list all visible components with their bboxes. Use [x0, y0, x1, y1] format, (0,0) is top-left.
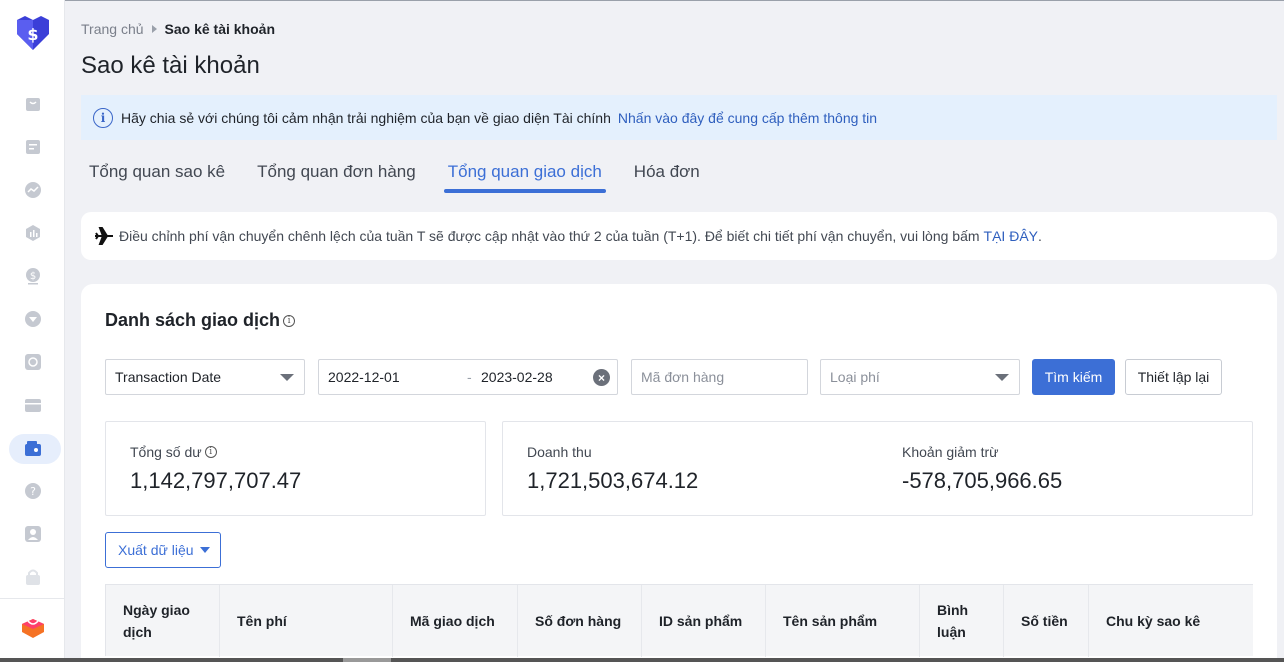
- column-header[interactable]: Tên sản phẩm: [766, 585, 920, 657]
- date-end[interactable]: 2023-02-28: [481, 369, 553, 385]
- chevron-down-icon: [280, 374, 294, 381]
- date-type-value: Transaction Date: [115, 369, 222, 385]
- page-title: Sao kê tài khoản: [81, 52, 260, 79]
- balance-value: 1,142,797,707.47: [130, 468, 302, 493]
- shipping-notice-suffix: .: [1038, 228, 1042, 244]
- column-header[interactable]: Tên phí: [220, 585, 393, 657]
- help-icon[interactable]: ?: [24, 482, 42, 500]
- lazada-logo-icon[interactable]: [20, 615, 46, 639]
- column-header[interactable]: Ngày giao dịch: [106, 585, 220, 657]
- export-data-button[interactable]: Xuất dữ liệu: [105, 532, 221, 568]
- shipping-detail-link[interactable]: TẠI ĐÂY: [984, 228, 1038, 244]
- date-start[interactable]: 2022-12-01: [328, 369, 400, 385]
- breadcrumb-current: Sao kê tài khoản: [164, 21, 275, 37]
- scrollbar-thumb[interactable]: [343, 658, 391, 662]
- balance-label: Tổng số dư i: [130, 444, 217, 460]
- finance-dollar-icon[interactable]: $: [24, 267, 42, 285]
- marketing-icon[interactable]: [24, 181, 42, 199]
- column-header[interactable]: Số tiền: [1004, 585, 1089, 657]
- sidebar-divider: [0, 598, 65, 599]
- tab-bar: Tổng quan sao kê Tổng quan đơn hàng Tổng…: [89, 160, 732, 193]
- date-type-select[interactable]: Transaction Date: [105, 359, 305, 395]
- chevron-down-icon: [995, 374, 1009, 381]
- caret-down-icon: [199, 547, 210, 553]
- data-insights-icon[interactable]: [24, 224, 42, 242]
- transactions-title-text: Danh sách giao dịch: [105, 310, 281, 330]
- shop-bag-icon[interactable]: [24, 95, 42, 113]
- order-id-input[interactable]: Mã đơn hàng: [631, 359, 808, 395]
- shipping-notice: Điều chỉnh phí vận chuyển chênh lệch của…: [81, 212, 1277, 260]
- balance-label-text: Tổng số dư: [130, 444, 202, 460]
- svg-text:?: ?: [30, 485, 36, 498]
- tab-statement-overview[interactable]: Tổng quan sao kê: [89, 160, 225, 192]
- breadcrumb: Trang chủ Sao kê tài khoản: [81, 21, 275, 37]
- app-logo-icon[interactable]: $: [13, 16, 53, 52]
- breadcrumb-separator-icon: [151, 25, 157, 33]
- deduction-label: Khoản giảm trừ: [902, 444, 999, 460]
- fee-type-placeholder: Loại phí: [830, 369, 880, 385]
- lock-icon[interactable]: [24, 568, 42, 586]
- column-header[interactable]: Mã giao dịch: [393, 585, 518, 657]
- column-header[interactable]: Chu kỳ sao kê: [1089, 585, 1254, 657]
- sidebar: $ $ ?: [0, 0, 65, 662]
- horizontal-scrollbar[interactable]: [0, 658, 1284, 662]
- date-range-separator: -: [467, 369, 472, 385]
- breadcrumb-home[interactable]: Trang chủ: [81, 21, 144, 37]
- main-content: Trang chủ Sao kê tài khoản Sao kê tài kh…: [65, 0, 1284, 662]
- info-banner: i Hãy chia sẻ với chúng tôi cảm nhận trả…: [81, 95, 1277, 140]
- feedback-link[interactable]: Nhấn vào đây để cung cấp thêm thông tin: [618, 110, 877, 126]
- wallet-icon[interactable]: [24, 440, 42, 458]
- info-icon[interactable]: i: [204, 446, 217, 458]
- tab-order-overview[interactable]: Tổng quan đơn hàng: [257, 160, 416, 192]
- deduction-value: -578,705,966.65: [902, 468, 1063, 493]
- info-icon: i: [93, 107, 113, 128]
- growth-icon[interactable]: [24, 310, 42, 328]
- clear-icon[interactable]: ×: [593, 369, 610, 386]
- shipping-notice-message: Điều chỉnh phí vận chuyển chênh lệch của…: [119, 228, 980, 244]
- account-icon[interactable]: [24, 525, 42, 543]
- order-id-placeholder: Mã đơn hàng: [641, 369, 725, 385]
- export-data-label: Xuất dữ liệu: [118, 542, 194, 558]
- column-header[interactable]: Số đơn hàng: [518, 585, 642, 657]
- search-button[interactable]: Tìm kiếm: [1032, 359, 1115, 395]
- transactions-table-header: Ngày giao dịch Tên phí Mã giao dịch Số đ…: [105, 584, 1254, 657]
- transactions-title: Danh sách giao dịch i: [105, 310, 296, 331]
- svg-text:$: $: [30, 271, 36, 282]
- revenue-value: 1,721,503,674.12: [527, 468, 699, 493]
- column-header[interactable]: Bình luận: [920, 585, 1004, 657]
- engagement-icon[interactable]: [24, 353, 42, 371]
- reset-button[interactable]: Thiết lập lại: [1125, 359, 1222, 395]
- fee-type-select[interactable]: Loại phí: [820, 359, 1020, 395]
- tab-invoice[interactable]: Hóa đơn: [634, 160, 700, 192]
- balance-stat-box: Tổng số dư i 1,142,797,707.47: [105, 421, 486, 516]
- svg-text:$: $: [27, 25, 38, 44]
- revenue-deduction-box: Doanh thu 1,721,503,674.12 Khoản giảm tr…: [502, 421, 1253, 516]
- revenue-label: Doanh thu: [527, 444, 592, 460]
- airplane-icon: [95, 227, 113, 245]
- store-icon[interactable]: [24, 396, 42, 414]
- column-header[interactable]: ID sản phẩm: [642, 585, 766, 657]
- info-banner-message: Hãy chia sẻ với chúng tôi cảm nhận trải …: [121, 109, 611, 126]
- date-range-picker[interactable]: 2022-12-01 - 2023-02-28 ×: [318, 359, 618, 395]
- orders-icon[interactable]: [24, 138, 42, 156]
- info-icon[interactable]: i: [283, 314, 296, 327]
- tab-transaction-overview[interactable]: Tổng quan giao dịch: [443, 160, 606, 193]
- transactions-card: Danh sách giao dịch i Transaction Date 2…: [81, 284, 1277, 662]
